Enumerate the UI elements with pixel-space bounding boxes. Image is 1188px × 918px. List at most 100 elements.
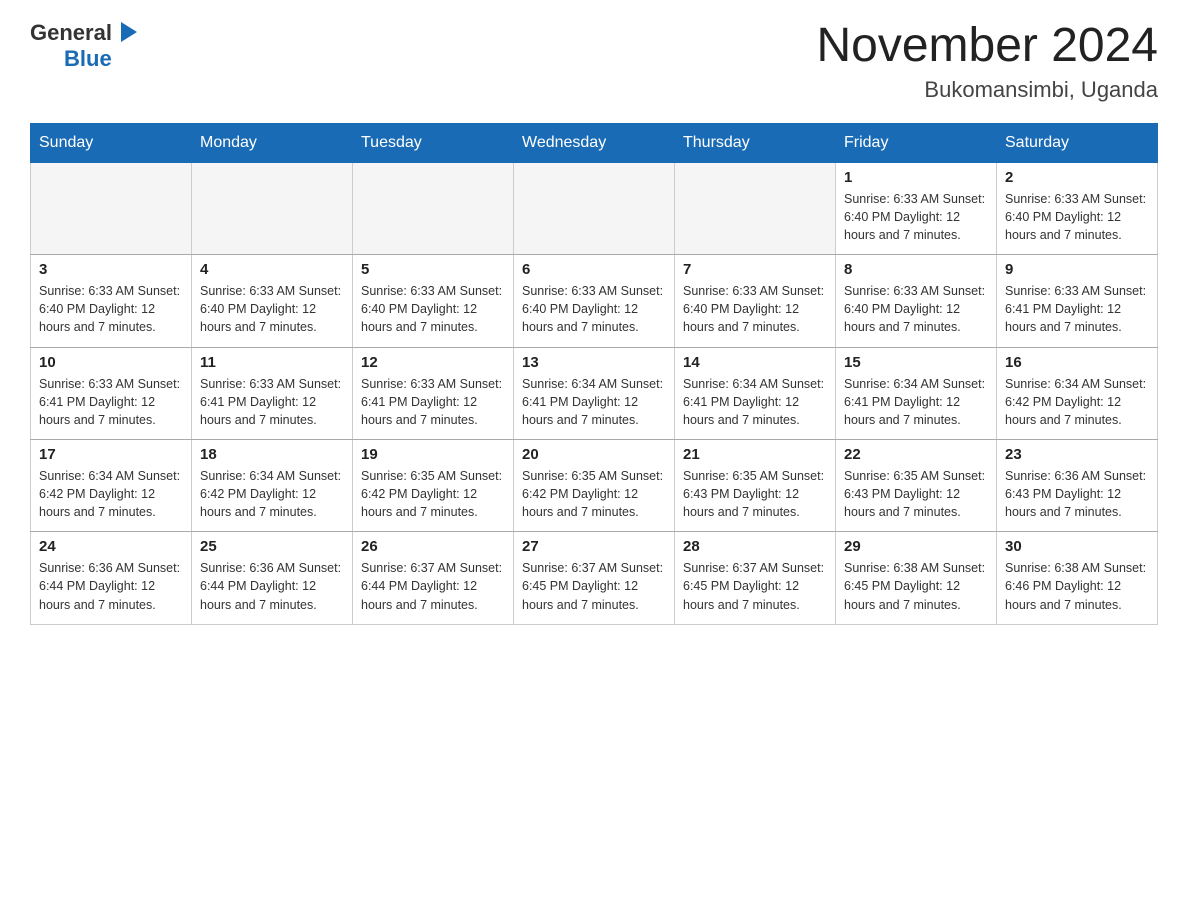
day-number: 13 xyxy=(522,354,666,371)
day-info: Sunrise: 6:33 AM Sunset: 6:40 PM Dayligh… xyxy=(1005,190,1149,244)
day-number: 1 xyxy=(844,169,988,186)
calendar-week-row: 3 Sunrise: 6:33 AM Sunset: 6:40 PM Daylig… xyxy=(31,255,1158,347)
calendar-dow-wednesday: Wednesday xyxy=(514,123,675,162)
calendar-cell xyxy=(675,162,836,254)
day-info: Sunrise: 6:33 AM Sunset: 6:40 PM Dayligh… xyxy=(361,282,505,336)
logo: General Blue xyxy=(30,20,143,72)
calendar-cell: 29 Sunrise: 6:38 AM Sunset: 6:45 PM Dayli… xyxy=(836,532,997,624)
logo-icon xyxy=(115,18,143,46)
day-info: Sunrise: 6:36 AM Sunset: 6:43 PM Dayligh… xyxy=(1005,467,1149,521)
day-info: Sunrise: 6:33 AM Sunset: 6:40 PM Dayligh… xyxy=(39,282,183,336)
day-info: Sunrise: 6:33 AM Sunset: 6:40 PM Dayligh… xyxy=(522,282,666,336)
calendar-subtitle: Bukomansimbi, Uganda xyxy=(816,77,1158,103)
day-number: 17 xyxy=(39,446,183,463)
day-info: Sunrise: 6:34 AM Sunset: 6:41 PM Dayligh… xyxy=(522,375,666,429)
day-number: 23 xyxy=(1005,446,1149,463)
calendar-cell: 17Sunrise: 6:34 AM Sunset: 6:42 PM Dayli… xyxy=(31,439,192,531)
calendar-cell: 27 Sunrise: 6:37 AM Sunset: 6:45 PM Dayli… xyxy=(514,532,675,624)
day-number: 28 xyxy=(683,538,827,555)
day-info: Sunrise: 6:34 AM Sunset: 6:41 PM Dayligh… xyxy=(683,375,827,429)
calendar-cell: 13 Sunrise: 6:34 AM Sunset: 6:41 PM Dayli… xyxy=(514,347,675,439)
day-number: 30 xyxy=(1005,538,1149,555)
day-info: Sunrise: 6:33 AM Sunset: 6:40 PM Dayligh… xyxy=(844,190,988,244)
title-block: November 2024 Bukomansimbi, Uganda xyxy=(816,20,1158,103)
day-number: 21 xyxy=(683,446,827,463)
calendar-cell: 25 Sunrise: 6:36 AM Sunset: 6:44 PM Dayli… xyxy=(192,532,353,624)
calendar-cell: 22Sunrise: 6:35 AM Sunset: 6:43 PM Dayli… xyxy=(836,439,997,531)
calendar-cell: 18 Sunrise: 6:34 AM Sunset: 6:42 PM Dayli… xyxy=(192,439,353,531)
day-number: 7 xyxy=(683,261,827,278)
day-number: 26 xyxy=(361,538,505,555)
calendar-dow-tuesday: Tuesday xyxy=(353,123,514,162)
calendar-cell: 1 Sunrise: 6:33 AM Sunset: 6:40 PM Daylig… xyxy=(836,162,997,254)
day-info: Sunrise: 6:33 AM Sunset: 6:41 PM Dayligh… xyxy=(39,375,183,429)
calendar-cell: 4 Sunrise: 6:33 AM Sunset: 6:40 PM Daylig… xyxy=(192,255,353,347)
day-number: 16 xyxy=(1005,354,1149,371)
day-info: Sunrise: 6:33 AM Sunset: 6:40 PM Dayligh… xyxy=(683,282,827,336)
day-info: Sunrise: 6:38 AM Sunset: 6:46 PM Dayligh… xyxy=(1005,559,1149,613)
calendar-cell: 9Sunrise: 6:33 AM Sunset: 6:41 PM Daylig… xyxy=(997,255,1158,347)
day-info: Sunrise: 6:35 AM Sunset: 6:42 PM Dayligh… xyxy=(361,467,505,521)
day-info: Sunrise: 6:35 AM Sunset: 6:42 PM Dayligh… xyxy=(522,467,666,521)
calendar-cell: 28 Sunrise: 6:37 AM Sunset: 6:45 PM Dayli… xyxy=(675,532,836,624)
day-number: 12 xyxy=(361,354,505,371)
day-number: 27 xyxy=(522,538,666,555)
logo-blue-text: Blue xyxy=(64,46,112,72)
day-info: Sunrise: 6:37 AM Sunset: 6:45 PM Dayligh… xyxy=(522,559,666,613)
day-number: 20 xyxy=(522,446,666,463)
day-number: 29 xyxy=(844,538,988,555)
day-info: Sunrise: 6:37 AM Sunset: 6:44 PM Dayligh… xyxy=(361,559,505,613)
day-info: Sunrise: 6:33 AM Sunset: 6:41 PM Dayligh… xyxy=(200,375,344,429)
day-number: 6 xyxy=(522,261,666,278)
calendar-cell: 5Sunrise: 6:33 AM Sunset: 6:40 PM Daylig… xyxy=(353,255,514,347)
day-number: 2 xyxy=(1005,169,1149,186)
calendar-week-row: 17 Sunrise: 6:34 AM Sunset: 6:42 PM Dayli… xyxy=(31,439,1158,531)
calendar-week-row: 10 Sunrise: 6:33 AM Sunset: 6:41 PM Dayli… xyxy=(31,347,1158,439)
day-number: 10 xyxy=(39,354,183,371)
day-info: Sunrise: 6:38 AM Sunset: 6:45 PM Dayligh… xyxy=(844,559,988,613)
calendar-dow-monday: Monday xyxy=(192,123,353,162)
day-info: Sunrise: 6:36 AM Sunset: 6:44 PM Dayligh… xyxy=(200,559,344,613)
calendar-cell: 6 Sunrise: 6:33 AM Sunset: 6:40 PM Daylig… xyxy=(514,255,675,347)
day-info: Sunrise: 6:37 AM Sunset: 6:45 PM Dayligh… xyxy=(683,559,827,613)
calendar-cell: 16 Sunrise: 6:34 AM Sunset: 6:42 PM Dayli… xyxy=(997,347,1158,439)
calendar-cell xyxy=(31,162,192,254)
calendar-table: SundayMondayTuesdayWednesdayThursdayFrid… xyxy=(30,123,1158,625)
day-info: Sunrise: 6:33 AM Sunset: 6:41 PM Dayligh… xyxy=(1005,282,1149,336)
calendar-cell: 7 Sunrise: 6:33 AM Sunset: 6:40 PM Daylig… xyxy=(675,255,836,347)
day-info: Sunrise: 6:34 AM Sunset: 6:42 PM Dayligh… xyxy=(200,467,344,521)
calendar-week-row: 1 Sunrise: 6:33 AM Sunset: 6:40 PM Daylig… xyxy=(31,162,1158,254)
page-header: General Blue November 2024 Bukomansimbi,… xyxy=(30,20,1158,103)
calendar-cell xyxy=(192,162,353,254)
calendar-cell xyxy=(514,162,675,254)
day-number: 4 xyxy=(200,261,344,278)
calendar-cell xyxy=(353,162,514,254)
day-number: 19 xyxy=(361,446,505,463)
calendar-dow-thursday: Thursday xyxy=(675,123,836,162)
logo-general-text: General xyxy=(30,20,112,46)
calendar-week-row: 24 Sunrise: 6:36 AM Sunset: 6:44 PM Dayli… xyxy=(31,532,1158,624)
day-number: 14 xyxy=(683,354,827,371)
calendar-cell: 14 Sunrise: 6:34 AM Sunset: 6:41 PM Dayli… xyxy=(675,347,836,439)
day-number: 3 xyxy=(39,261,183,278)
calendar-cell: 30 Sunrise: 6:38 AM Sunset: 6:46 PM Dayli… xyxy=(997,532,1158,624)
day-number: 8 xyxy=(844,261,988,278)
calendar-dow-sunday: Sunday xyxy=(31,123,192,162)
day-info: Sunrise: 6:34 AM Sunset: 6:42 PM Dayligh… xyxy=(1005,375,1149,429)
calendar-title: November 2024 xyxy=(816,20,1158,73)
calendar-cell: 15Sunrise: 6:34 AM Sunset: 6:41 PM Dayli… xyxy=(836,347,997,439)
calendar-cell: 19 Sunrise: 6:35 AM Sunset: 6:42 PM Dayli… xyxy=(353,439,514,531)
calendar-dow-friday: Friday xyxy=(836,123,997,162)
day-number: 15 xyxy=(844,354,988,371)
day-number: 24 xyxy=(39,538,183,555)
calendar-cell: 24 Sunrise: 6:36 AM Sunset: 6:44 PM Dayli… xyxy=(31,532,192,624)
day-number: 25 xyxy=(200,538,344,555)
calendar-cell: 20 Sunrise: 6:35 AM Sunset: 6:42 PM Dayli… xyxy=(514,439,675,531)
calendar-cell: 8Sunrise: 6:33 AM Sunset: 6:40 PM Daylig… xyxy=(836,255,997,347)
day-info: Sunrise: 6:33 AM Sunset: 6:40 PM Dayligh… xyxy=(200,282,344,336)
calendar-cell: 11Sunrise: 6:33 AM Sunset: 6:41 PM Dayli… xyxy=(192,347,353,439)
day-info: Sunrise: 6:36 AM Sunset: 6:44 PM Dayligh… xyxy=(39,559,183,613)
day-number: 18 xyxy=(200,446,344,463)
calendar-cell: 26 Sunrise: 6:37 AM Sunset: 6:44 PM Dayli… xyxy=(353,532,514,624)
calendar-header-row: SundayMondayTuesdayWednesdayThursdayFrid… xyxy=(31,123,1158,162)
